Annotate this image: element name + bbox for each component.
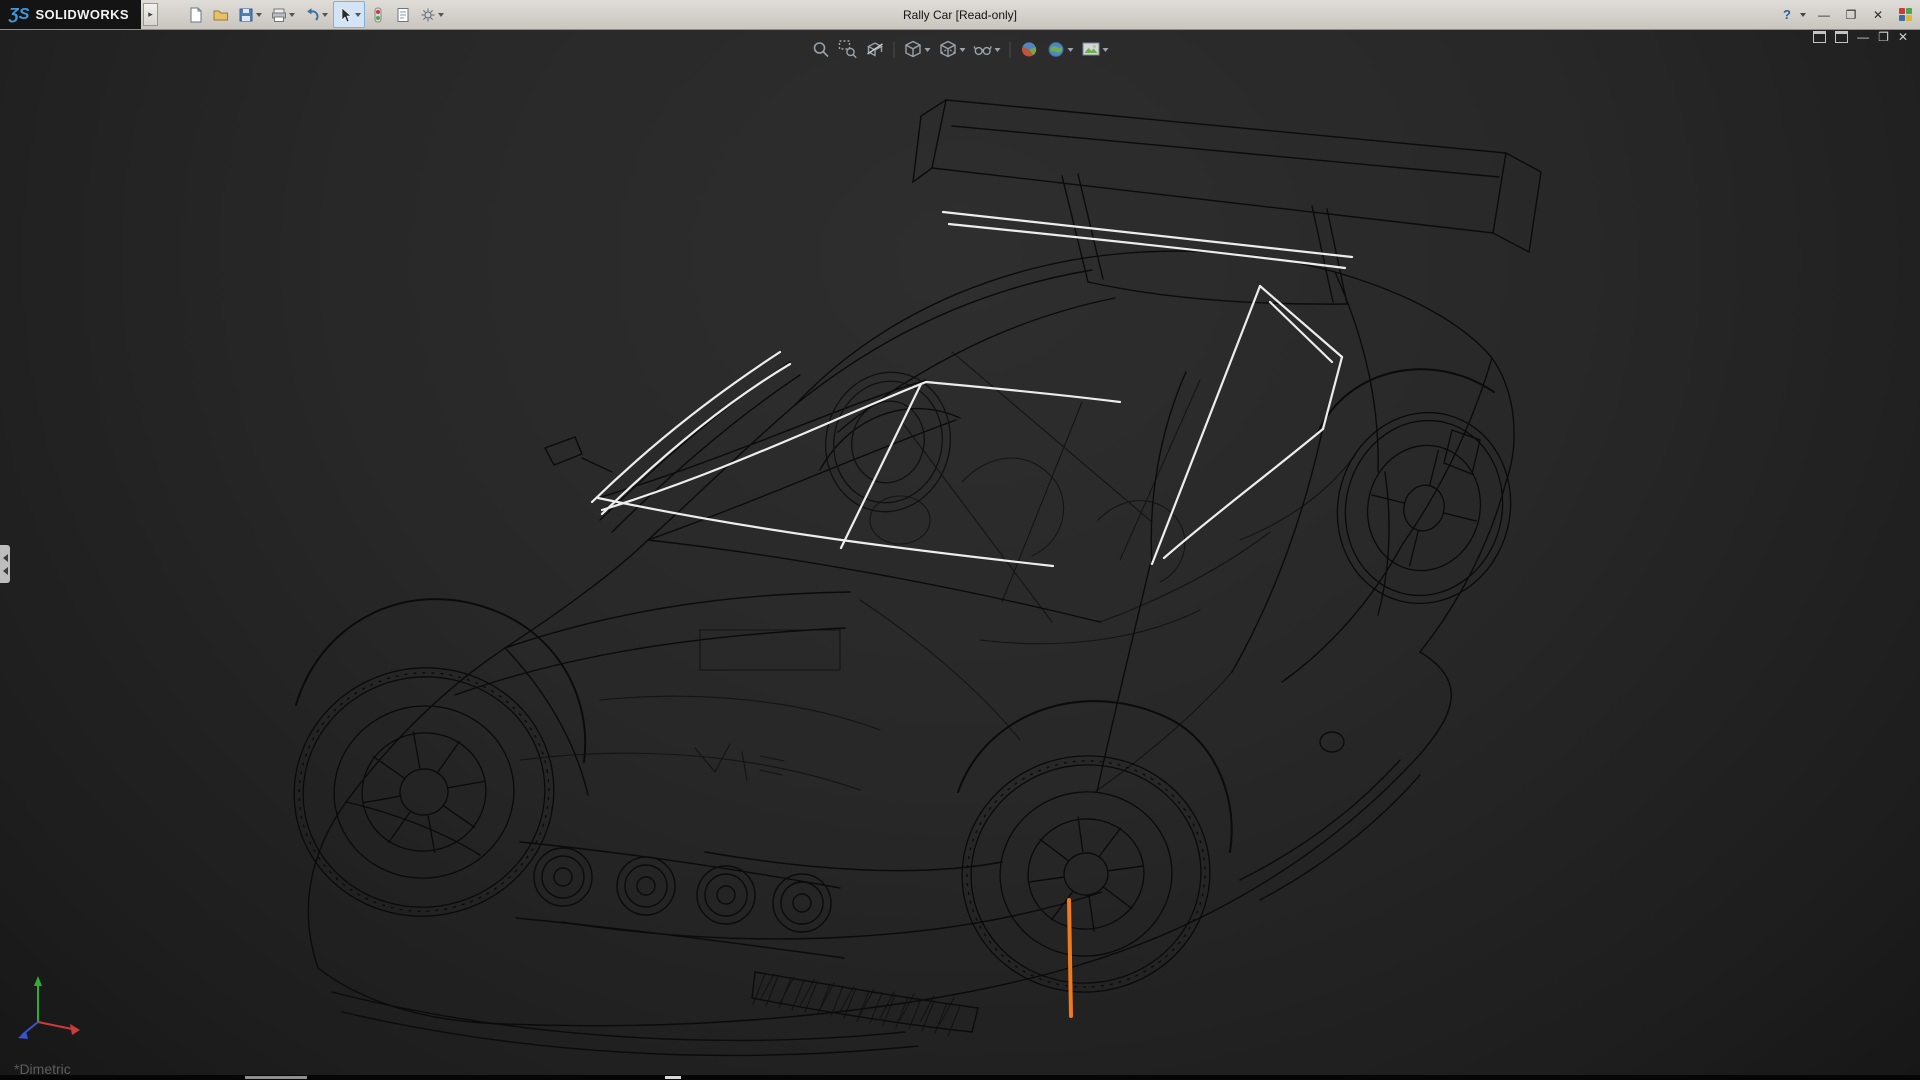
- file-properties-icon: [395, 7, 411, 23]
- view-orientation-label: *Dimetric: [14, 1061, 71, 1075]
- collapse-arrow-icon: [3, 554, 8, 562]
- print-button[interactable]: [267, 1, 299, 28]
- headsup-separator: [894, 42, 895, 58]
- doc-restore-button[interactable]: ❐: [1878, 31, 1889, 43]
- zoom-to-area-icon: [839, 40, 858, 59]
- help-dropdown-caret[interactable]: [1800, 13, 1806, 17]
- taskbar-fragment: [665, 1076, 681, 1079]
- collapse-arrow-icon: [3, 567, 8, 575]
- edit-appearance-ball-icon: [1020, 40, 1039, 59]
- select-dropdown-caret[interactable]: [355, 13, 361, 17]
- dassault-3ds-glyph: ƷS: [9, 7, 29, 23]
- display-style-icon: [939, 40, 958, 59]
- bottom-edge-strip: [0, 1075, 1920, 1080]
- apply-scene-caret[interactable]: [1068, 48, 1074, 52]
- view-orientation-cube-icon: [904, 40, 923, 59]
- document-title: Rally Car [Read-only]: [903, 8, 1017, 22]
- x-axis-arrow: [70, 1024, 80, 1035]
- taskbar-fragment: [245, 1076, 307, 1079]
- doc-close-button[interactable]: ✕: [1898, 31, 1908, 43]
- left-panel-collapse-tab[interactable]: [0, 545, 10, 583]
- select-button[interactable]: [333, 1, 365, 28]
- model-highlight-edges: [592, 212, 1352, 566]
- document-window-controls: — ❐ ✕: [1813, 31, 1908, 43]
- view-settings-caret[interactable]: [1103, 48, 1109, 52]
- zoom-to-fit-icon: [812, 40, 831, 59]
- selected-edge[interactable]: [1069, 900, 1071, 1016]
- model-wheels: [274, 361, 1530, 1008]
- new-document-icon: [188, 7, 204, 23]
- main-toolbar: [184, 1, 448, 28]
- doc-minimize-button[interactable]: —: [1857, 31, 1869, 43]
- close-button[interactable]: ✕: [1869, 9, 1887, 21]
- hide-show-caret[interactable]: [995, 48, 1001, 52]
- view-orientation-button[interactable]: [901, 38, 934, 61]
- undo-icon: [304, 7, 320, 23]
- save-dropdown-caret[interactable]: [256, 13, 262, 17]
- save-button[interactable]: [234, 1, 266, 28]
- rally-car-wireframe: [0, 29, 1920, 1075]
- undo-button[interactable]: [300, 1, 332, 28]
- window-controls: ? — ❐ ✕: [1783, 0, 1912, 29]
- hide-show-glasses-icon: [974, 40, 993, 59]
- new-document-button[interactable]: [184, 1, 208, 28]
- display-style-caret[interactable]: [960, 48, 966, 52]
- print-dropdown-caret[interactable]: [289, 13, 295, 17]
- section-view-button[interactable]: [863, 38, 888, 61]
- help-button[interactable]: ?: [1783, 7, 1791, 22]
- minimize-button[interactable]: —: [1815, 9, 1833, 21]
- maximize-button[interactable]: ❐: [1842, 9, 1860, 21]
- dassault-logo-icon: [1899, 8, 1912, 21]
- print-icon: [271, 7, 287, 23]
- reference-triad: [8, 967, 98, 1057]
- menu-expand-button[interactable]: ▸: [143, 3, 158, 26]
- apply-scene-globe-icon: [1047, 40, 1066, 59]
- graphics-viewport[interactable]: — ❐ ✕ *Dimetric: [0, 29, 1920, 1075]
- select-cursor-icon: [337, 7, 353, 23]
- apply-scene-button[interactable]: [1044, 38, 1077, 61]
- headsup-separator: [1010, 42, 1011, 58]
- rebuild-button[interactable]: [366, 1, 390, 28]
- display-style-button[interactable]: [936, 38, 969, 61]
- doc-cascade-icon[interactable]: [1813, 31, 1826, 43]
- rebuild-stoplight-icon: [370, 7, 386, 23]
- open-document-button[interactable]: [209, 1, 233, 28]
- zoom-to-area-button[interactable]: [836, 38, 861, 61]
- undo-dropdown-caret[interactable]: [322, 13, 328, 17]
- options-gear-icon: [420, 7, 436, 23]
- model-clutter-edges: [520, 352, 1355, 1036]
- x-axis: [38, 1022, 72, 1029]
- solidworks-wordmark: SOLIDWORKS: [35, 8, 129, 21]
- edit-appearance-button[interactable]: [1017, 38, 1042, 61]
- title-bar: ƷS SOLIDWORKS ▸: [0, 0, 1920, 30]
- view-orientation-caret[interactable]: [925, 48, 931, 52]
- view-settings-icon: [1082, 40, 1101, 59]
- options-button[interactable]: [416, 1, 448, 28]
- doc-tile-icon[interactable]: [1835, 31, 1848, 43]
- solidworks-logo[interactable]: ƷS SOLIDWORKS: [0, 0, 141, 29]
- hide-show-items-button[interactable]: [971, 38, 1004, 61]
- options-dropdown-caret[interactable]: [438, 13, 444, 17]
- y-axis-arrow: [34, 976, 42, 986]
- save-icon: [238, 7, 254, 23]
- open-folder-icon: [213, 7, 229, 23]
- model-dark-edges: [296, 100, 1541, 1055]
- view-settings-button[interactable]: [1079, 38, 1112, 61]
- zoom-to-fit-button[interactable]: [809, 38, 834, 61]
- headsup-view-toolbar: [809, 38, 1112, 61]
- file-properties-button[interactable]: [391, 1, 415, 28]
- section-view-icon: [866, 40, 885, 59]
